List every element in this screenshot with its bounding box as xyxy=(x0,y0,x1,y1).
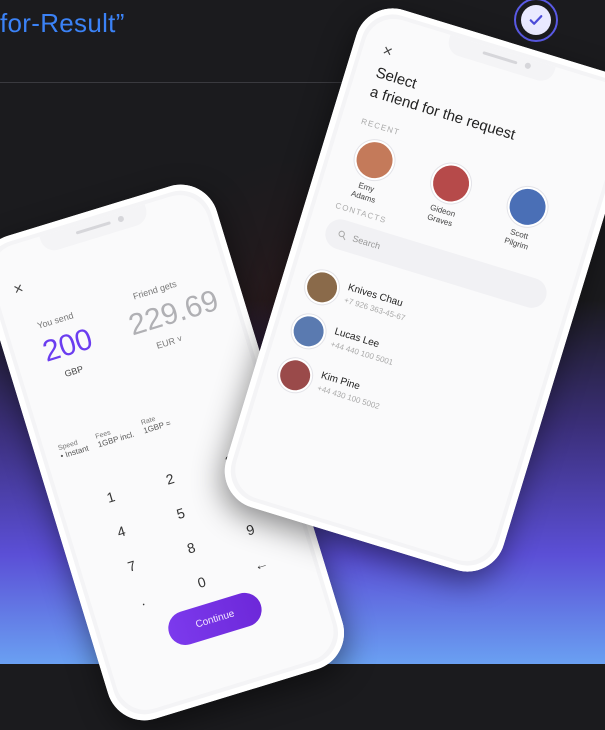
continue-button[interactable]: Continue xyxy=(164,588,266,650)
key-7[interactable]: 7 xyxy=(110,552,153,579)
check-icon xyxy=(521,5,551,35)
avatar-gideon-graves[interactable] xyxy=(428,161,474,206)
rate-group: Rate 1GBP = xyxy=(140,412,174,445)
recent-name-gideon[interactable]: Gideon Graves xyxy=(410,198,473,235)
avatar xyxy=(276,356,314,395)
backspace-icon[interactable]: ← xyxy=(239,551,282,578)
camera xyxy=(116,215,125,223)
close-button[interactable]: × xyxy=(12,280,26,300)
avatar-emy-adams[interactable] xyxy=(352,137,398,183)
recent-name-scott[interactable]: Scott Pilgrim xyxy=(486,221,549,258)
avatar xyxy=(303,268,341,307)
key-0[interactable]: 0 xyxy=(180,569,223,596)
check-badge xyxy=(514,0,558,42)
key-decimal[interactable]: . xyxy=(121,587,164,614)
avatar xyxy=(289,312,328,351)
page-title: for-Result” xyxy=(0,8,125,38)
key-9[interactable]: 9 xyxy=(229,516,272,543)
you-send-currency[interactable]: GBP xyxy=(63,364,84,379)
friend-gets-currency[interactable]: EUR ˅ xyxy=(155,333,184,350)
avatar-scott-pilgrim[interactable] xyxy=(505,184,551,230)
recent-section-label: RECENT xyxy=(360,116,402,138)
close-button[interactable]: × xyxy=(380,42,395,62)
camera xyxy=(524,62,532,70)
speaker xyxy=(482,51,518,65)
key-2[interactable]: 2 xyxy=(149,465,192,492)
speed-group[interactable]: Speed • Instant xyxy=(57,437,92,470)
search-placeholder: Search xyxy=(351,233,382,252)
fees-group: Fees 1GBP incl. xyxy=(95,423,139,459)
key-5[interactable]: 5 xyxy=(159,500,202,527)
you-send-amount[interactable]: 200 xyxy=(39,322,97,369)
key-1[interactable]: 1 xyxy=(89,484,132,511)
search-icon xyxy=(338,230,346,241)
key-4[interactable]: 4 xyxy=(100,518,143,545)
speaker xyxy=(75,221,111,235)
phone-notch xyxy=(445,34,556,85)
phone-notch xyxy=(39,204,150,254)
key-8[interactable]: 8 xyxy=(170,534,213,561)
